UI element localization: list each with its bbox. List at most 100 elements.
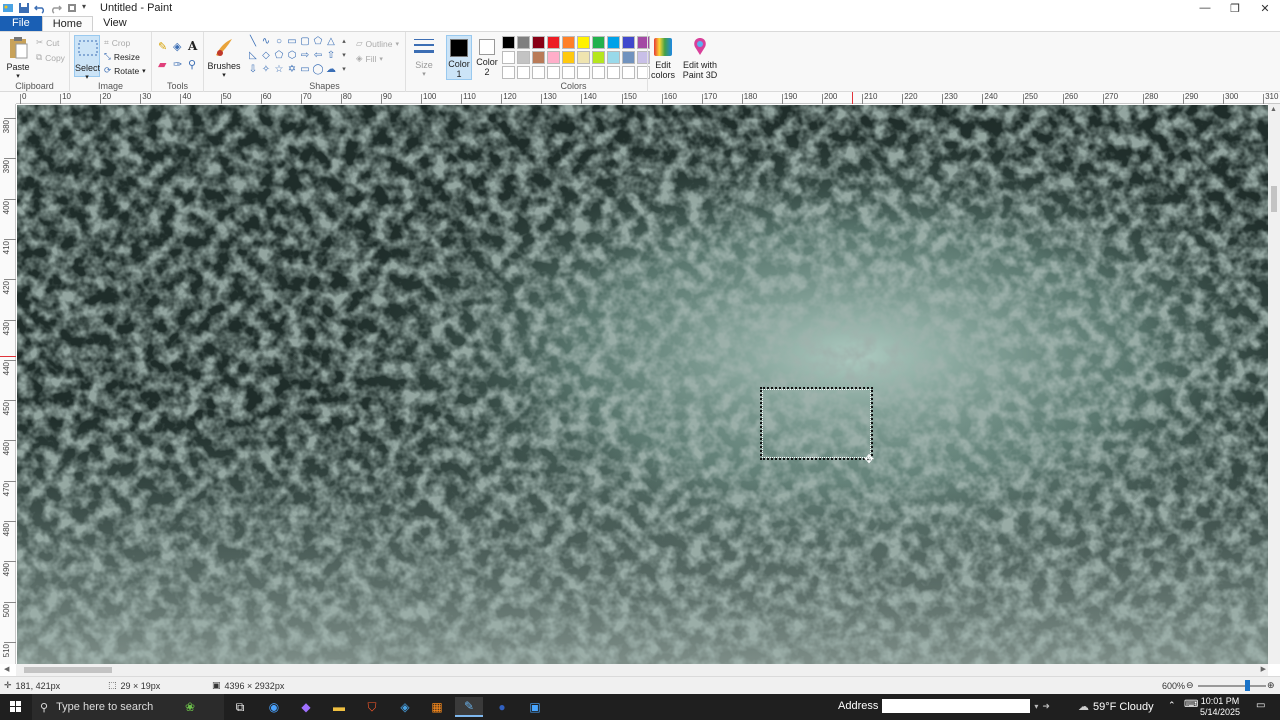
cut-button[interactable]: ✂ Cut [36,37,59,48]
resize-button[interactable]: ⤡ Resize [104,51,140,62]
brave-browser-icon[interactable]: ⛉ [358,697,386,717]
palette-swatch[interactable] [562,66,575,79]
rectangle-shape-icon[interactable]: ▭ [286,36,298,49]
app-window-icon[interactable]: ▣ [521,697,549,717]
palette-swatch[interactable] [562,51,575,64]
palette-swatch[interactable] [517,51,530,64]
palette-swatch[interactable] [517,36,530,49]
callout-rounded-shape-icon[interactable]: ▭ [299,64,311,77]
tab-home[interactable]: Home [41,16,94,31]
system-clock[interactable]: 10:01 PM 5/14/2025 [1200,696,1240,718]
paste-button[interactable]: Paste ▾ [4,36,32,80]
outline-button[interactable]: ▱ Outline ▾ [356,38,399,49]
down-arrow-shape-icon[interactable]: ⇩ [247,64,259,77]
show-hidden-icons-chevron-icon[interactable]: ⌃ [1168,700,1176,711]
paint-taskbar-icon[interactable]: ✎ [455,697,483,717]
start-button[interactable] [0,694,32,720]
close-button[interactable]: ✕ [1250,0,1280,16]
palette-swatch[interactable] [622,51,635,64]
weather-widget[interactable]: ☁ 59°F Cloudy [1078,700,1154,714]
go-arrow-icon[interactable]: ➜ [1042,701,1050,712]
palette-swatch[interactable] [502,36,515,49]
hexagon-shape-icon[interactable]: ⬡ [286,50,298,63]
tab-file[interactable]: File [0,16,42,31]
select-button[interactable]: Select ▾ [74,35,100,81]
tab-view[interactable]: View [93,16,137,31]
scroll-up-icon[interactable]: ▲ [1270,106,1277,113]
pencil-icon[interactable]: ✎ [158,40,167,53]
keyboard-icon[interactable]: ⌨ [1184,699,1198,710]
shapes-scroll-down-icon[interactable]: ▾ [338,50,350,63]
eraser-icon[interactable]: ▰ [158,58,166,71]
line-shape-icon[interactable]: ╲ [247,36,259,49]
zoom-out-button[interactable]: ⊖ [1186,680,1194,691]
left-arrow-shape-icon[interactable]: ⇦ [312,50,324,63]
drawing-canvas[interactable]: ✥ [17,105,1268,664]
app-orange-icon[interactable]: ▦ [423,697,451,717]
palette-swatch[interactable] [517,66,530,79]
triangle-shape-icon[interactable]: △ [325,36,337,49]
address-input[interactable] [882,699,1031,713]
shapes-scroll-up-icon[interactable]: ▴ [338,36,350,49]
palette-swatch[interactable] [577,51,590,64]
address-dropdown-icon[interactable]: ▾ [1034,702,1038,711]
edit-colors-button[interactable]: Edit colors [648,36,678,80]
palette-swatch[interactable] [592,51,605,64]
four-point-star-shape-icon[interactable]: ✧ [260,64,272,77]
palette-swatch[interactable] [592,66,605,79]
scroll-right-icon[interactable]: ▶ [1261,665,1266,673]
brushes-button[interactable]: Brushes ▾ [207,35,241,79]
palette-swatch[interactable] [622,66,635,79]
notifications-icon[interactable]: ▭ [1256,700,1265,711]
palette-swatch[interactable] [532,51,545,64]
fill-button[interactable]: ◈ Fill ▾ [356,53,383,64]
zoom-slider-thumb[interactable] [1245,680,1250,691]
polygon-shape-icon[interactable]: ⬠ [312,36,324,49]
palette-swatch[interactable] [547,51,560,64]
curve-shape-icon[interactable]: ∿ [260,36,272,49]
vertical-scrollbar[interactable]: ▲ [1268,104,1280,664]
right-triangle-shape-icon[interactable]: ◺ [247,50,259,63]
right-arrow-shape-icon[interactable]: ⇨ [299,50,311,63]
color-picker-icon[interactable]: ✑ [173,58,182,71]
palette-swatch[interactable] [532,36,545,49]
cloud-shape-icon[interactable]: ☁ [325,64,337,77]
visual-studio-icon[interactable]: ◆ [292,697,320,717]
rounded-rectangle-shape-icon[interactable]: ▢ [299,36,311,49]
file-explorer-icon[interactable]: ▬ [325,697,353,717]
minimize-button[interactable]: — [1190,0,1220,16]
callout-oval-shape-icon[interactable]: ◯ [312,64,324,77]
pentagon-shape-icon[interactable]: ⬠ [273,50,285,63]
app-diamond-icon[interactable]: ◈ [391,697,419,717]
chevron-down-icon[interactable]: ▾ [82,2,94,14]
palette-swatch[interactable] [607,51,620,64]
crop-button[interactable]: ⌗ Crop [104,37,130,48]
palette-swatch[interactable] [577,36,590,49]
task-view-icon[interactable]: ⧉ [226,697,254,717]
copilot-icon[interactable]: ◉ [260,697,288,717]
palette-swatch[interactable] [607,36,620,49]
palette-swatch[interactable] [547,66,560,79]
vertical-scroll-thumb[interactable] [1271,186,1277,212]
scroll-left-icon[interactable]: ◀ [4,665,9,673]
palette-swatch[interactable] [592,36,605,49]
zoom-in-button[interactable]: ⊕ [1267,680,1275,691]
color2-button[interactable]: Color 2 [474,35,500,80]
palette-swatch[interactable] [502,51,515,64]
up-arrow-shape-icon[interactable]: ⇧ [325,50,337,63]
five-point-star-shape-icon[interactable]: ☆ [273,64,285,77]
palette-swatch[interactable] [577,66,590,79]
six-point-star-shape-icon[interactable]: ✡ [286,64,298,77]
diamond-shape-icon[interactable]: ◇ [260,50,272,63]
zoom-slider-track[interactable] [1198,685,1266,687]
undo-icon[interactable] [34,2,46,14]
palette-swatch[interactable] [547,36,560,49]
horizontal-scroll-thumb[interactable] [24,667,112,673]
maximize-button[interactable]: ❐ [1220,0,1250,16]
shapes-expand-icon[interactable]: ▾ [338,64,350,77]
oval-shape-icon[interactable]: ○ [273,36,285,49]
copy-button[interactable]: ⧉ Copy [36,52,65,63]
widgets-icon[interactable]: ❀ [176,697,204,717]
rotate-button[interactable]: ⟳ Rotate ▾ [104,65,146,76]
magnifier-icon[interactable]: ⚲ [188,58,196,71]
